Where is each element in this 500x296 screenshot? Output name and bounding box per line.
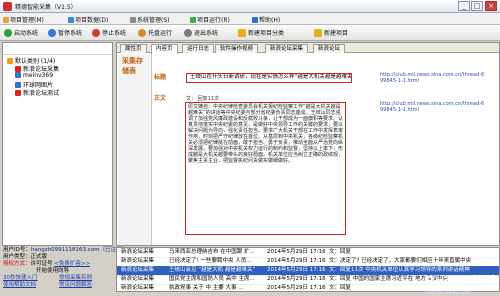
stop-icon — [92, 29, 100, 37]
new-project-button[interactable]: 新建项目 — [314, 28, 348, 39]
gear-icon — [130, 17, 136, 23]
menu-project[interactable]: 项目管理(M) — [3, 15, 44, 24]
run-icon — [190, 17, 196, 23]
body-text: 原文摘自：中央纪律检查委员会机关报纪检监察工作“越是大机关越是越难关”的讲话等中… — [188, 104, 344, 164]
source-url[interactable]: http://club.mil.news.sina.com.cn/thread-… — [380, 72, 495, 84]
pause-icon — [48, 29, 56, 37]
title-label: 标题 — [154, 74, 167, 81]
tree-item[interactable]: 新浪论坛测试 — [15, 88, 59, 97]
examples-link[interactable]: 常规采集实例 — [59, 275, 92, 282]
start-help-label: 开始使用向导 — [36, 268, 70, 274]
close-button[interactable]: × — [485, 1, 497, 11]
maximize-button[interactable]: □ — [471, 1, 483, 11]
help-docs-link[interactable]: 使用帮助文档 — [3, 282, 36, 289]
menu-data[interactable]: 项目数据(D) — [68, 15, 108, 24]
tab-video[interactable]: 软件操作视频 — [215, 44, 259, 53]
license-row: 授权方式：许可证号 <免费扩容>> — [3, 261, 91, 267]
menu-system[interactable]: 系统管理(S) — [130, 15, 170, 24]
tab-sina-collect[interactable]: 新浪论坛采集 — [265, 44, 309, 53]
tab-sina-forum[interactable]: 新浪论坛 — [313, 44, 346, 53]
expand-link[interactable]: <免费扩容>> — [54, 261, 90, 267]
project-icon — [15, 72, 21, 78]
stop-system-button[interactable]: 停止系统 — [92, 28, 126, 39]
user-id-row: 用户ID号：hangzh0991118163.com（已注册） — [3, 247, 128, 253]
toolbar: 启动系统 暂停系统 停止系统 托盘运行 退出系统 新建项目分类 新建项目 — [0, 25, 500, 41]
tree-header — [3, 43, 112, 55]
new-category-button[interactable]: 新建项目分类 — [238, 28, 284, 39]
tab-properties[interactable]: 属性页 — [120, 44, 147, 53]
window-title: 精德智能采集（V1.5） — [15, 4, 77, 11]
account-info-panel: 用户ID号：hangzh0991118163.com（已注册） 用户类型：正式版… — [2, 247, 127, 290]
menu-help[interactable]: 帮助(H) — [252, 15, 280, 24]
start-system-button[interactable]: 启动系统 — [4, 28, 38, 39]
tray-run-button[interactable]: 托盘运行 — [138, 28, 172, 39]
faq-link[interactable]: 常见问题解答 — [59, 282, 92, 289]
pause-system-button[interactable]: 暂停系统 — [48, 28, 82, 39]
new-project-icon — [314, 29, 322, 37]
quick-start-link[interactable]: 30秒快速入门 — [3, 275, 38, 282]
body-content[interactable]: 原文摘自：中央纪律检查委员会机关报纪检监察工作“越是大机关越是越难关”的讲话等中… — [185, 102, 346, 235]
user-type-row: 用户类型：正式版 — [3, 254, 48, 260]
menu-bar: 项目管理(M) 项目数据(D) 系统管理(S) 项目运行(R) 帮助(H) — [0, 13, 500, 25]
folder-icon — [3, 17, 9, 23]
project-tree: 默认类别 (1/4) 新浪论坛采集 meinv369 环球网图片 新浪论坛测试 — [2, 42, 113, 246]
start-icon — [4, 29, 12, 37]
new-category-icon — [238, 29, 246, 37]
menu-run[interactable]: 项目运行(R) — [190, 15, 230, 24]
help-icon — [252, 17, 258, 23]
exit-icon — [184, 29, 192, 37]
source-url[interactable]: http://club.mil.news.sina.com.cn/thread-… — [380, 101, 495, 113]
tray-icon — [138, 29, 146, 37]
exit-system-button[interactable]: 退出系统 — [184, 28, 218, 39]
body-meta: 文： 回复11次 — [186, 96, 219, 102]
minimize-button[interactable]: _ — [458, 1, 470, 11]
tab-content[interactable]: 内容页 — [151, 44, 178, 54]
body-label: 正文 — [154, 95, 167, 102]
data-icon — [68, 17, 74, 23]
tab-strip: 属性页 内容页 运行日志 软件操作视频 新浪论坛采集 新浪论坛 — [117, 43, 499, 54]
window-titlebar: 精德智能采集（V1.5） _ □ × — [0, 0, 500, 13]
tab-run-log[interactable]: 运行日志 — [182, 44, 215, 53]
tree-item[interactable]: meinv369 — [15, 72, 53, 79]
main-panel: 属性页 内容页 运行日志 软件操作视频 新浪论坛采集 新浪论坛 采集存储表 标题… — [116, 42, 500, 246]
project-icon — [15, 90, 21, 96]
title-value[interactable]: 王岐山在开头日新调研，现在是实情怎么样“越是大机关越是越难关 越是需要做下属”，… — [186, 73, 352, 83]
record-panel: 采集存储表 — [118, 54, 152, 245]
record-label: 采集存储表 — [122, 57, 143, 75]
folder-icon — [7, 58, 13, 64]
app-logo-icon — [3, 2, 12, 11]
baidu-jingyan-watermark: Baidu 经验 jingyan.baidu.com — [425, 275, 498, 296]
